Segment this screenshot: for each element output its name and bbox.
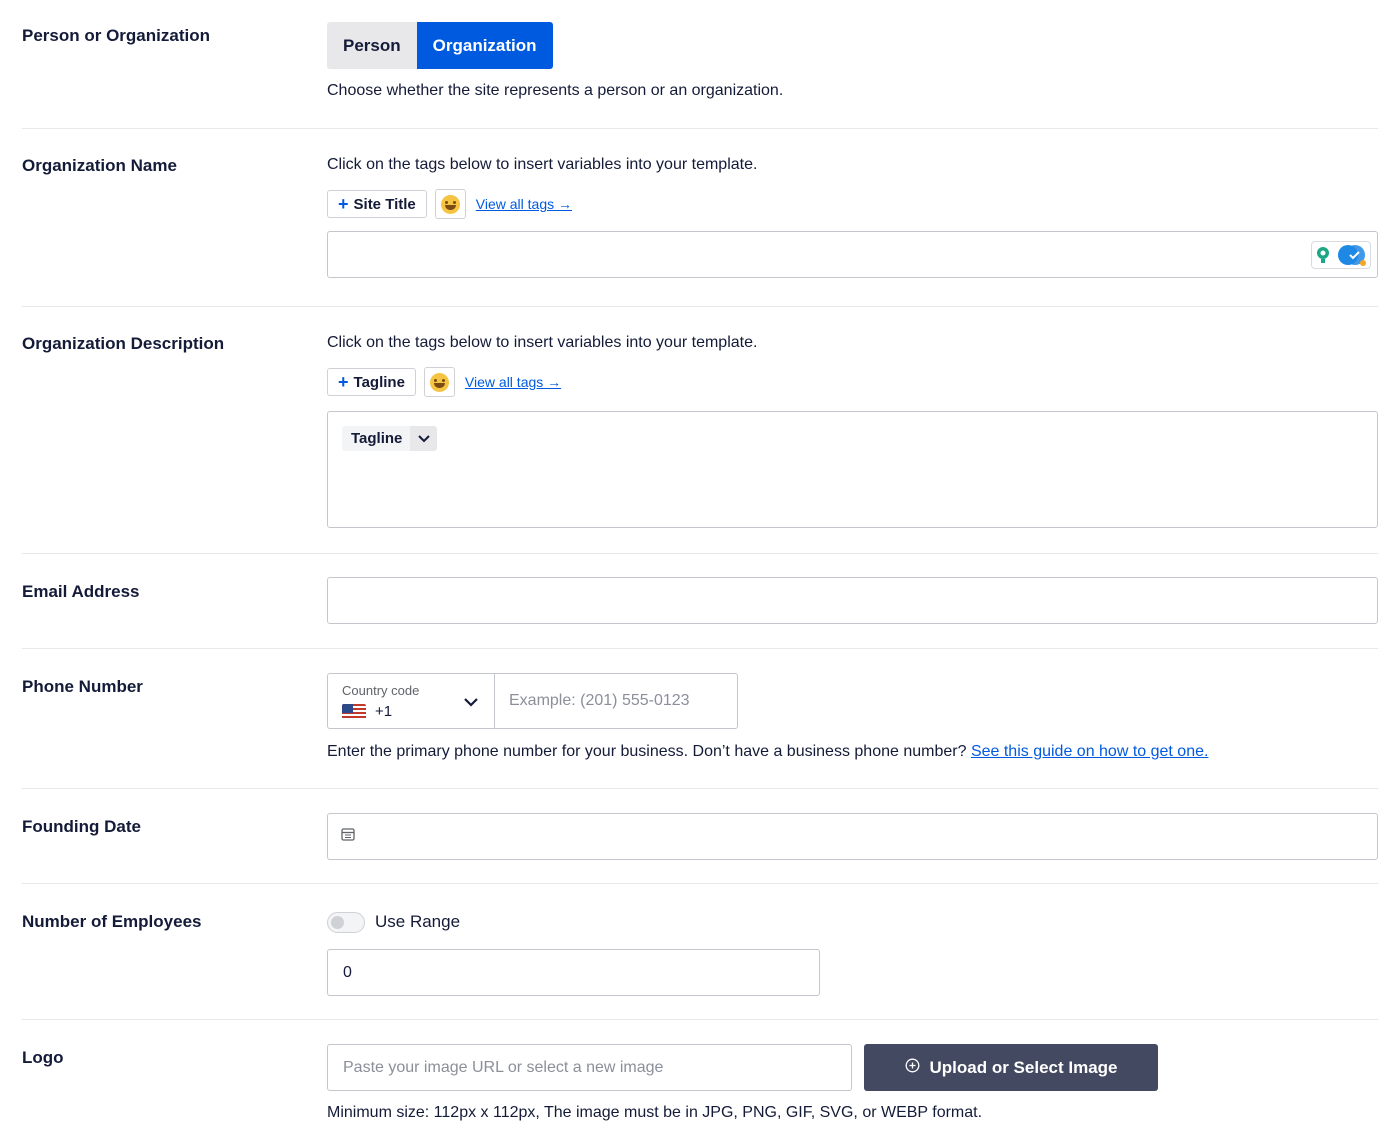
organization-description-tags: + Tagline View all tags →	[327, 367, 1378, 397]
row-person-or-organization: Person or Organization Person Organizati…	[22, 0, 1378, 129]
organization-description-help: Click on the tags below to insert variab…	[327, 334, 758, 351]
organization-name-help: Click on the tags below to insert variab…	[327, 156, 758, 173]
country-code-value: +1	[375, 703, 393, 720]
phone-number-field: Country code +1 Example: (201) 555-0123	[327, 673, 1208, 729]
organization-name-label: Organization Name	[22, 156, 177, 175]
us-flag-icon	[342, 703, 366, 720]
country-code-select[interactable]: Country code +1	[327, 673, 495, 729]
tagline-tag-label: Tagline	[353, 373, 405, 391]
chevron-down-icon	[464, 694, 478, 712]
view-all-tags-link[interactable]: View all tags →	[476, 196, 572, 212]
site-title-tag-label: Site Title	[353, 195, 416, 213]
number-of-employees-value: 0	[343, 963, 352, 981]
row-logo: Logo Paste your image URL or select a ne…	[22, 1020, 1378, 1142]
view-all-tags-link[interactable]: View all tags →	[465, 374, 561, 390]
person-organization-toggle: Person Organization	[327, 22, 783, 69]
organization-description-textarea[interactable]: Tagline	[327, 411, 1378, 528]
number-of-employees-label: Number of Employees	[22, 912, 202, 931]
inserted-tag-pill[interactable]: Tagline	[342, 426, 438, 451]
founding-date-label: Founding Date	[22, 817, 141, 836]
country-code-caption: Country code	[342, 683, 420, 698]
logo-help: Minimum size: 112px x 112px, The image m…	[327, 1104, 983, 1121]
row-number-of-employees: Number of Employees Use Range 0	[22, 884, 1378, 1020]
phone-help-text: Enter the primary phone number for your …	[327, 743, 967, 760]
founding-date-input[interactable]	[327, 813, 1378, 860]
emoji-icon	[440, 194, 460, 214]
chevron-down-icon[interactable]	[410, 426, 438, 451]
use-range-label: Use Range	[375, 912, 461, 931]
phone-number-label: Phone Number	[22, 677, 143, 696]
organization-option-button[interactable]: Organization	[416, 22, 553, 69]
person-or-organization-help: Choose whether the site represents a per…	[327, 82, 784, 99]
row-founding-date: Founding Date	[22, 789, 1378, 884]
row-phone-number: Phone Number Country code +1 Example: (2…	[22, 649, 1378, 789]
emoji-picker-button[interactable]	[423, 367, 455, 397]
logo-url-input[interactable]: Paste your image URL or select a new ima…	[327, 1044, 852, 1091]
logo-label: Logo	[22, 1048, 64, 1067]
person-option-button[interactable]: Person	[327, 22, 417, 69]
row-email-address: Email Address	[22, 554, 1378, 649]
phone-guide-link[interactable]: See this guide on how to get one.	[971, 743, 1209, 760]
emoji-picker-button[interactable]	[434, 189, 466, 219]
site-title-tag-button[interactable]: + Site Title	[327, 190, 427, 218]
organization-name-input[interactable]	[327, 231, 1378, 278]
email-address-input[interactable]	[327, 577, 1378, 624]
organization-name-tags: + Site Title View all tags →	[327, 189, 1378, 219]
use-range-toggle[interactable]	[327, 911, 365, 933]
phone-number-input[interactable]: Example: (201) 555-0123	[495, 673, 738, 729]
row-organization-description: Organization Description Click on the ta…	[22, 307, 1378, 554]
organization-description-label: Organization Description	[22, 334, 225, 353]
phone-number-help: Enter the primary phone number for your …	[327, 743, 1208, 761]
email-address-label: Email Address	[22, 582, 140, 601]
grammar-assistant-icon[interactable]	[1311, 241, 1371, 269]
tagline-tag-button[interactable]: + Tagline	[327, 368, 416, 396]
upload-circle-plus-icon	[905, 1058, 920, 1078]
logo-url-placeholder: Paste your image URL or select a new ima…	[343, 1058, 664, 1076]
number-of-employees-input[interactable]: 0	[327, 949, 820, 996]
plus-icon: +	[338, 371, 349, 392]
emoji-icon	[429, 372, 449, 392]
upload-or-select-image-button[interactable]: Upload or Select Image	[864, 1044, 1158, 1091]
person-or-organization-label: Person or Organization	[22, 26, 210, 45]
row-organization-name: Organization Name Click on the tags belo…	[22, 129, 1378, 307]
upload-button-label: Upload or Select Image	[929, 1057, 1118, 1077]
inserted-tag-label: Tagline	[351, 430, 403, 447]
plus-icon: +	[338, 193, 349, 214]
calendar-icon[interactable]	[341, 827, 355, 846]
